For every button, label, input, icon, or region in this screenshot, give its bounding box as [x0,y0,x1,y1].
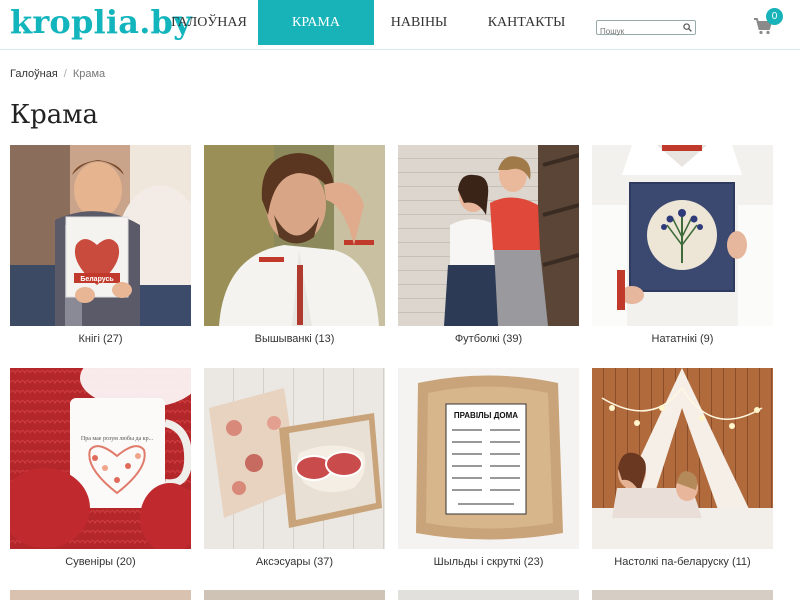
category-signs-scrolls[interactable]: ПРАВІЛЫ ДОМА Шыльды і скруткі (23) [398,368,579,568]
category-notebooks[interactable]: Нататнікі (9) [592,145,773,345]
breadcrumb-separator: / [63,68,67,80]
category-image[interactable] [204,145,385,326]
search-box [596,20,696,38]
category-souvenirs[interactable]: Пра мае розум любы да кр... Сувеніры (20… [10,368,191,568]
category-label[interactable]: Нататнікі (9) [592,333,773,345]
search-icon[interactable] [683,23,692,32]
nav-item-news[interactable]: НАВІНЫ [374,0,464,45]
sign-title: ПРАВІЛЫ ДОМА [454,411,518,420]
nav-item-contacts[interactable]: КАНТАКТЫ [464,0,589,45]
site-header: kroplia.by ГАЛОЎНАЯ КРАМА НАВІНЫ КАНТАКТ… [0,0,800,50]
category-label[interactable]: Кнігі (27) [10,333,191,345]
category-tile-partial[interactable] [592,590,773,600]
main-nav: ГАЛОЎНАЯ КРАМА НАВІНЫ КАНТАКТЫ [160,0,589,45]
category-label[interactable]: Сувеніры (20) [10,556,191,568]
breadcrumb-current: Крама [72,68,106,80]
category-image[interactable]: Беларусь [10,145,191,326]
category-image[interactable] [592,145,773,326]
nav-item-home[interactable]: ГАЛОЎНАЯ [160,0,258,45]
category-embroidered-shirts[interactable]: Вышыванкі (13) [204,145,385,345]
category-image[interactable]: ПРАВІЛЫ ДОМА [398,368,579,549]
book-cover-title: Беларусь [80,276,114,283]
breadcrumb: Галоўная / Крама [10,68,105,80]
cart-count-badge: 0 [766,8,783,25]
category-image[interactable] [592,368,773,549]
category-board-games[interactable]: Настолкі па-беларуску (11) [592,368,773,568]
category-tile-partial[interactable] [10,590,191,600]
category-label[interactable]: Футболкі (39) [398,333,579,345]
category-label[interactable]: Аксэсуары (37) [204,556,385,568]
category-label[interactable]: Шыльды і скруткі (23) [398,556,579,568]
category-label[interactable]: Настолкі па-беларуску (11) [592,556,773,568]
page-title: Крама [10,100,98,130]
mug-text: Пра мае розум любы да кр... [81,435,154,442]
category-image[interactable] [204,368,385,549]
category-books[interactable]: Беларусь Кнігі (27) [10,145,191,345]
category-accessories[interactable]: Аксэсуары (37) [204,368,385,568]
search-input[interactable] [597,25,681,38]
category-tile-partial[interactable] [398,590,579,600]
breadcrumb-home[interactable]: Галоўная [10,68,58,80]
category-label[interactable]: Вышыванкі (13) [204,333,385,345]
category-tshirts[interactable]: Футболкі (39) [398,145,579,345]
category-image[interactable] [398,145,579,326]
category-tile-partial[interactable] [204,590,385,600]
nav-item-shop[interactable]: КРАМА [258,0,374,45]
category-image[interactable]: Пра мае розум любы да кр... [10,368,191,549]
